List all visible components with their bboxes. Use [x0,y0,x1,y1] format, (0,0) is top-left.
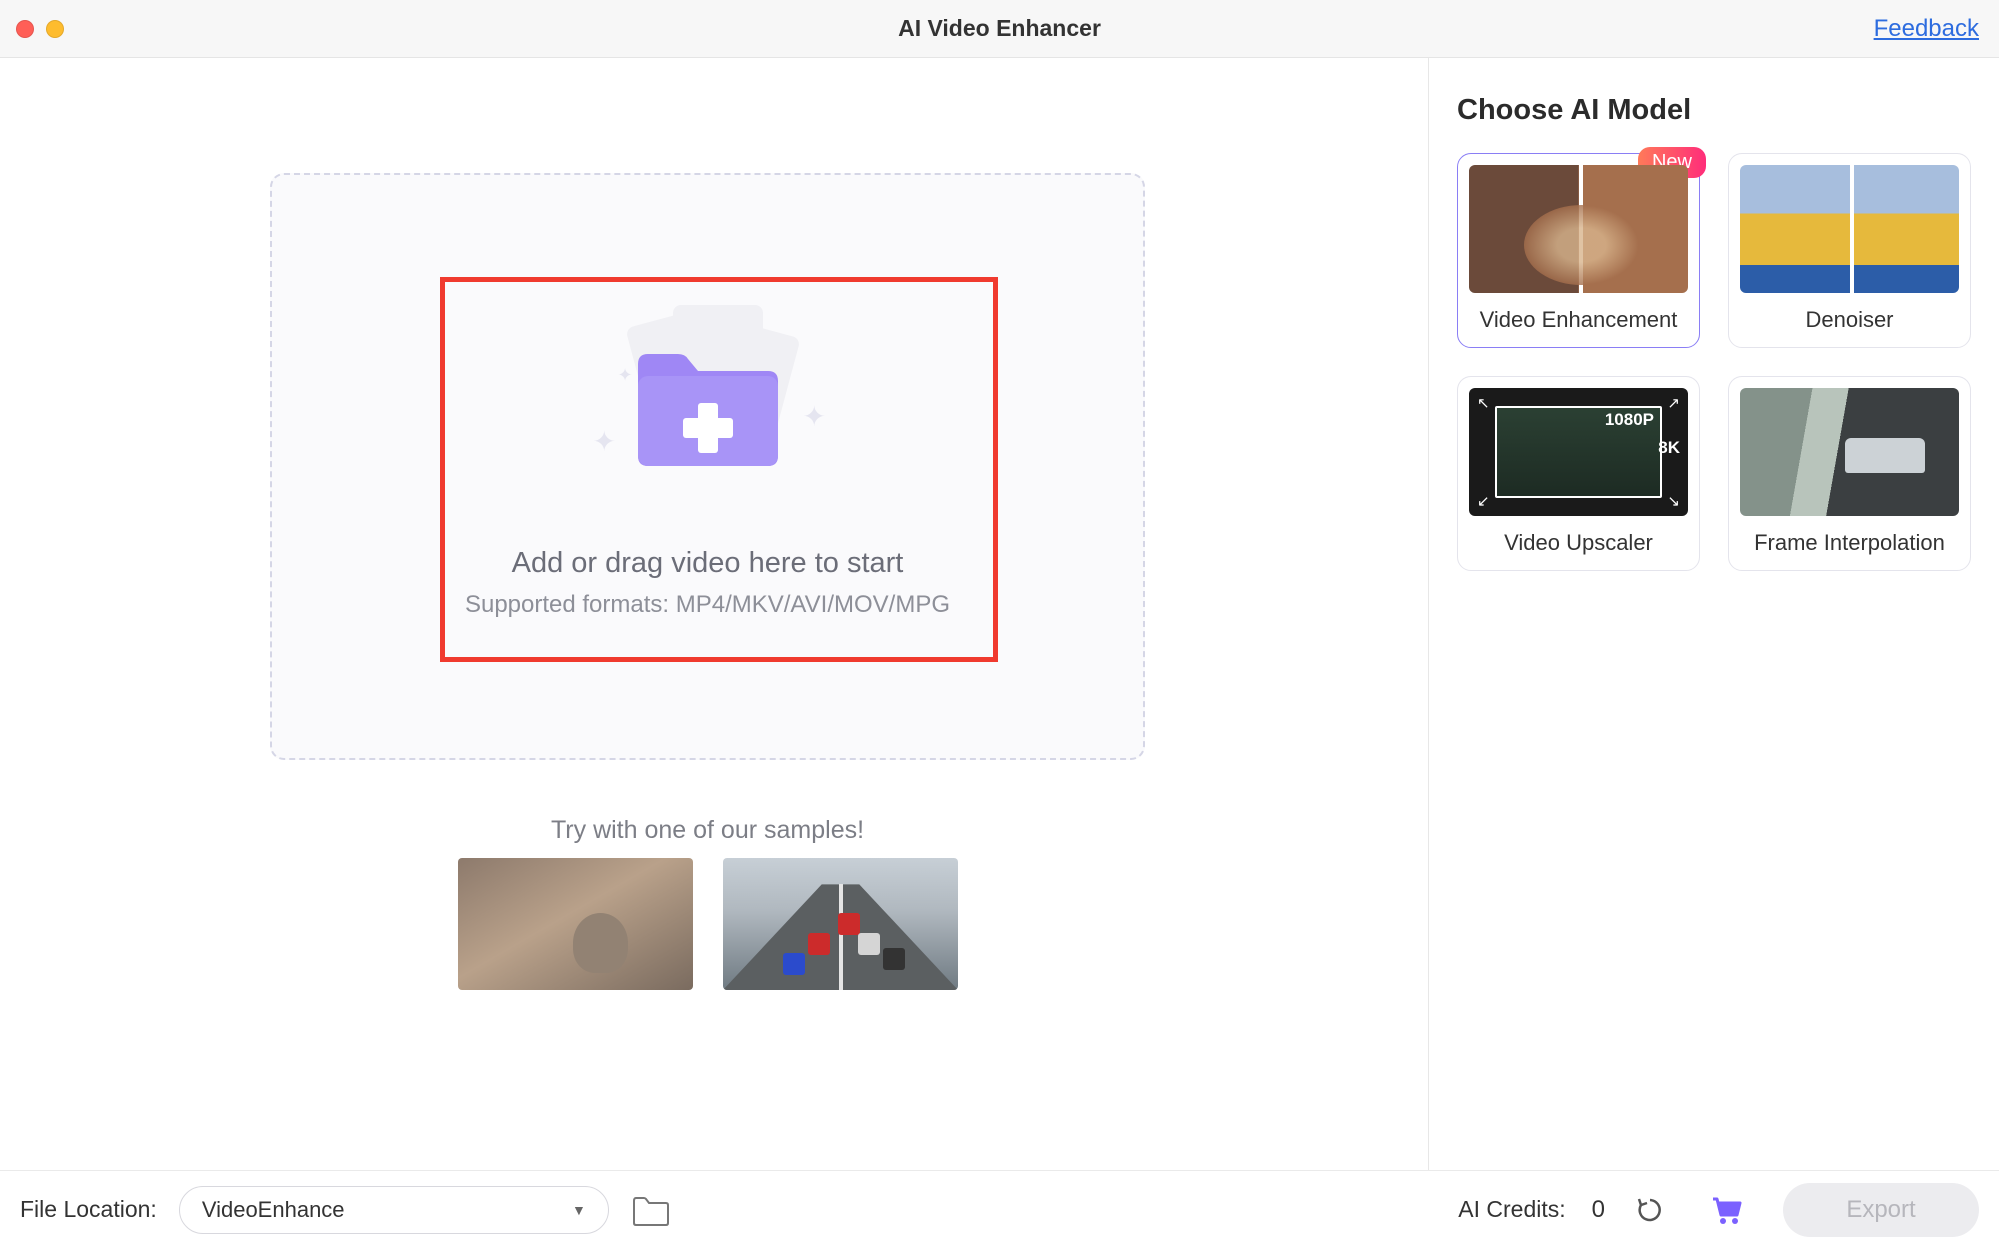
model-label: Video Enhancement [1469,307,1688,333]
refresh-credits-button[interactable] [1635,1195,1665,1225]
content-area: ✦ ✦ ✦ Add or drag video here to start Su… [0,58,1999,1170]
model-denoiser[interactable]: Denoiser [1728,153,1971,348]
dropzone-main-text: Add or drag video here to start [272,547,1143,580]
dropzone-illustration: ✦ ✦ ✦ [578,305,838,495]
ai-credits-label: AI Credits: [1458,1196,1565,1223]
ai-credits-value: 0 [1592,1196,1605,1224]
samples-row [458,858,958,990]
dropzone-supported-text: Supported formats: MP4/MKV/AVI/MOV/MPG [272,591,1143,619]
model-grid: New Video Enhancement Denoiser ↖↗ ↙↘ 108… [1457,153,1971,571]
model-label: Frame Interpolation [1740,530,1959,556]
model-frame-interpolation[interactable]: Frame Interpolation [1728,376,1971,571]
sample-video-2[interactable] [723,858,958,990]
export-button[interactable]: Export [1783,1183,1979,1237]
main-panel: ✦ ✦ ✦ Add or drag video here to start Su… [0,58,1429,1170]
model-label: Video Upscaler [1469,530,1688,556]
model-video-upscaler[interactable]: ↖↗ ↙↘ 1080P 8K Video Upscaler [1457,376,1700,571]
file-location-select[interactable]: VideoEnhance ▼ [179,1186,609,1234]
model-thumb-upscaler: ↖↗ ↙↘ 1080P 8K [1469,388,1688,516]
samples-label: Try with one of our samples! [270,816,1145,845]
model-label: Denoiser [1740,307,1959,333]
model-video-enhancement[interactable]: New Video Enhancement [1457,153,1700,348]
model-thumb-denoiser [1740,165,1959,293]
titlebar: AI Video Enhancer Feedback [0,0,1999,58]
chevron-down-icon: ▼ [572,1202,586,1218]
purchase-credits-button[interactable] [1709,1193,1743,1227]
upscaler-1080p-label: 1080P [1605,410,1654,430]
window-controls [0,20,64,38]
sidebar-title: Choose AI Model [1457,94,1971,127]
file-location-label: File Location: [20,1196,157,1223]
window-minimize-button[interactable] [46,20,64,38]
model-thumb-frame-interpolation [1740,388,1959,516]
open-folder-button[interactable] [631,1193,671,1227]
model-thumb-enhancement [1469,165,1688,293]
sidebar-panel: Choose AI Model New Video Enhancement De… [1429,58,1999,1170]
window-close-button[interactable] [16,20,34,38]
sample-video-1[interactable] [458,858,693,990]
upscaler-8k-label: 8K [1658,438,1680,458]
app-title: AI Video Enhancer [898,15,1101,42]
bottombar: File Location: VideoEnhance ▼ AI Credits… [0,1170,1999,1248]
file-location-value: VideoEnhance [202,1197,345,1223]
feedback-link[interactable]: Feedback [1874,15,1979,43]
folder-plus-icon [633,351,783,471]
video-dropzone[interactable]: ✦ ✦ ✦ Add or drag video here to start Su… [270,173,1145,760]
